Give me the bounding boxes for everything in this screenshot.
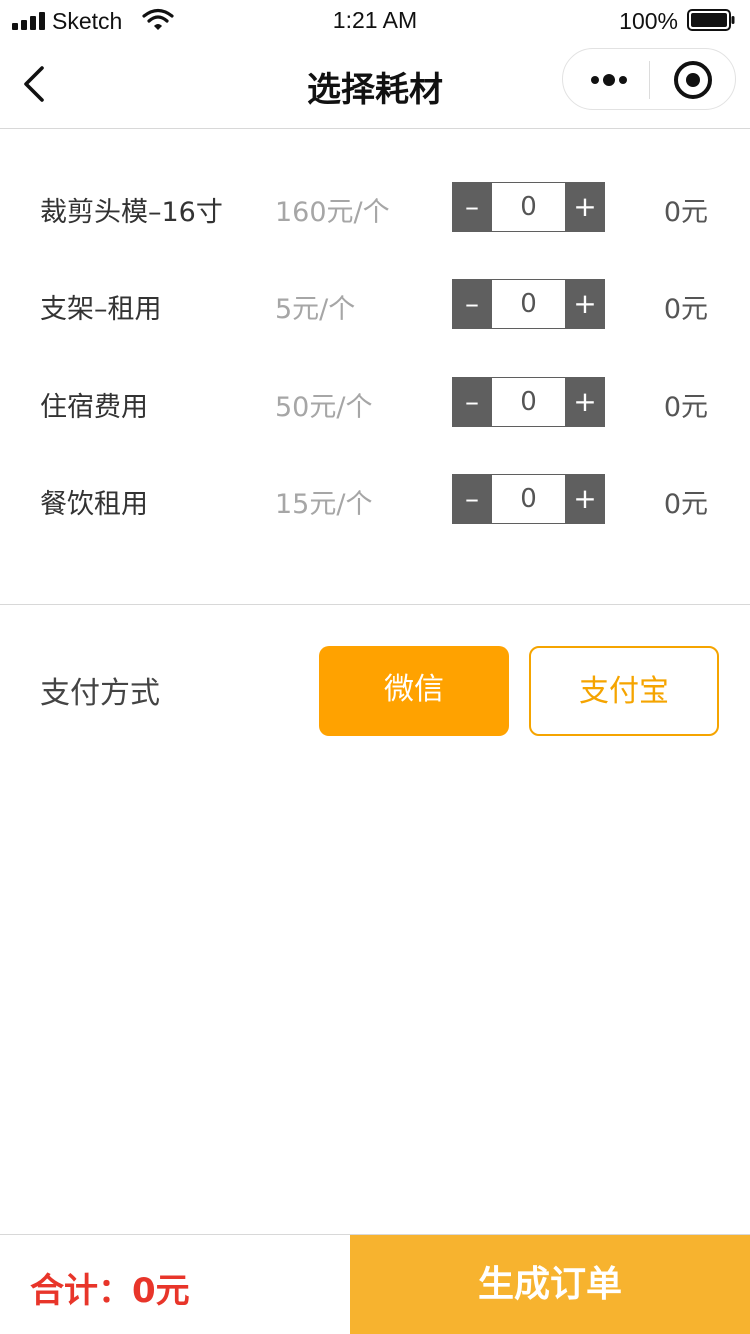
increase-button[interactable]: +: [565, 182, 605, 232]
consumables-page: Sketch 1:21 AM 100% 选择耗材 裁剪头模–16寸 160元/个…: [0, 0, 750, 1334]
item-name: 裁剪头模–16寸: [40, 197, 223, 228]
item-price: 50元/个: [275, 392, 373, 423]
quantity-value[interactable]: 0: [492, 474, 565, 524]
item-subtotal: 0元: [663, 392, 708, 423]
battery-icon: [687, 9, 735, 31]
item-row: 住宿费用 50元/个 – 0 + 0元: [0, 377, 750, 427]
quantity-value[interactable]: 0: [492, 377, 565, 427]
decrease-button[interactable]: –: [452, 474, 492, 524]
quantity-stepper: – 0 +: [452, 377, 605, 427]
item-subtotal: 0元: [663, 294, 708, 325]
battery-percent: 100%: [619, 8, 678, 34]
quantity-stepper: – 0 +: [452, 474, 605, 524]
item-subtotal: 0元: [663, 489, 708, 520]
nav-bar: 选择耗材: [0, 40, 750, 129]
alipay-button[interactable]: 支付宝: [529, 646, 719, 736]
item-price: 160元/个: [275, 197, 390, 228]
decrease-button[interactable]: –: [452, 279, 492, 329]
increase-button[interactable]: +: [565, 474, 605, 524]
decrease-button[interactable]: –: [452, 377, 492, 427]
increase-button[interactable]: +: [565, 377, 605, 427]
item-subtotal: 0元: [663, 197, 708, 228]
item-row: 支架–租用 5元/个 – 0 + 0元: [0, 279, 750, 329]
quantity-stepper: – 0 +: [452, 279, 605, 329]
capsule-divider: [649, 61, 650, 99]
order-total: 合计：0元: [30, 1271, 190, 1311]
status-bar: Sketch 1:21 AM 100%: [0, 0, 750, 40]
item-name: 餐饮租用: [40, 489, 148, 520]
item-price: 5元/个: [275, 294, 356, 325]
wechat-pay-button[interactable]: 微信: [319, 646, 509, 736]
quantity-stepper: – 0 +: [452, 182, 605, 232]
capsule-menu: [562, 48, 736, 110]
increase-button[interactable]: +: [565, 279, 605, 329]
item-row: 餐饮租用 15元/个 – 0 + 0元: [0, 474, 750, 524]
create-order-button[interactable]: 生成订单: [350, 1235, 750, 1334]
more-dots-icon[interactable]: [589, 69, 629, 91]
quantity-value[interactable]: 0: [492, 279, 565, 329]
item-name: 住宿费用: [40, 392, 148, 423]
payment-method-label: 支付方式: [40, 676, 160, 711]
bottom-bar: 合计：0元 生成订单: [0, 1234, 750, 1334]
item-row: 裁剪头模–16寸 160元/个 – 0 + 0元: [0, 182, 750, 232]
item-name: 支架–租用: [40, 294, 162, 325]
decrease-button[interactable]: –: [452, 182, 492, 232]
quantity-value[interactable]: 0: [492, 182, 565, 232]
record-target-icon[interactable]: [673, 60, 713, 100]
item-price: 15元/个: [275, 489, 373, 520]
section-divider: [0, 604, 750, 605]
